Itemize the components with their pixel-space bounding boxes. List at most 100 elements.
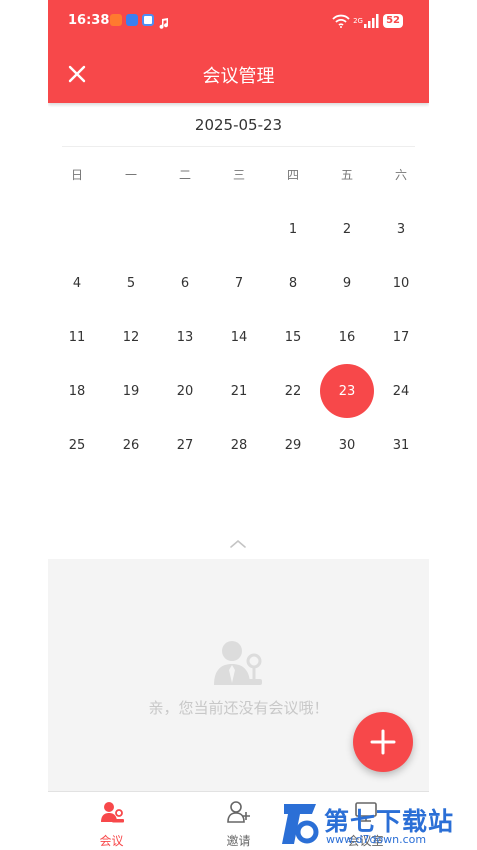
calendar-day[interactable]: 6 xyxy=(158,256,212,310)
status-bar: 16:38 2G 52 xyxy=(48,0,429,44)
calendar-day[interactable]: 13 xyxy=(158,310,212,364)
app-icon-white xyxy=(142,14,154,26)
calendar-day[interactable]: 16 xyxy=(320,310,374,364)
empty-day-cell xyxy=(104,202,158,256)
calendar-day-number: 15 xyxy=(284,329,302,345)
signal-icon xyxy=(364,14,379,28)
calendar-day-number: 30 xyxy=(338,437,356,453)
weekday-label: 四 xyxy=(286,168,299,182)
calendar-day-number: 31 xyxy=(392,437,410,453)
calendar-day-number: 3 xyxy=(396,221,406,237)
weekday-label: 一 xyxy=(124,168,137,182)
calendar-day-number: 5 xyxy=(126,275,136,291)
calendar-day[interactable]: 19 xyxy=(104,364,158,418)
calendar-day-number: 17 xyxy=(392,329,410,345)
weekday-label: 五 xyxy=(340,168,353,182)
calendar-day[interactable]: 18 xyxy=(50,364,104,418)
plus-icon xyxy=(370,729,396,755)
calendar-day[interactable]: 22 xyxy=(266,364,320,418)
calendar-day-number: 1 xyxy=(288,221,298,237)
battery-indicator: 52 xyxy=(383,14,403,28)
status-indicators: 2G 52 xyxy=(332,12,403,30)
calendar-day[interactable]: 30 xyxy=(320,418,374,472)
video-app-icon xyxy=(110,14,122,26)
app-screen: 16:38 2G 52 会议管理 2025-05-23 日 一 二 三 四 五 … xyxy=(48,0,429,850)
calendar-day-number: 10 xyxy=(392,275,410,291)
calendar-day[interactable]: 27 xyxy=(158,418,212,472)
divider xyxy=(62,146,415,147)
app-header: 16:38 2G 52 会议管理 xyxy=(48,0,429,103)
calendar-day[interactable]: 12 xyxy=(104,310,158,364)
calendar-day[interactable]: 7 xyxy=(212,256,266,310)
calendar-day[interactable]: 20 xyxy=(158,364,212,418)
calendar-day[interactable]: 17 xyxy=(374,310,428,364)
calendar-day[interactable]: 1 xyxy=(266,202,320,256)
weekday-label: 三 xyxy=(232,168,245,182)
calendar-day-number: 27 xyxy=(176,437,194,453)
calendar-day-number: 12 xyxy=(122,329,140,345)
weekday-label: 日 xyxy=(70,168,83,182)
calendar-day[interactable]: 31 xyxy=(374,418,428,472)
calendar-day-number: 14 xyxy=(230,329,248,345)
calendar-day-number: 7 xyxy=(234,275,244,291)
empty-day-cell xyxy=(212,202,266,256)
calendar-day-number: 22 xyxy=(284,383,302,399)
selected-date-label: 2025-05-23 xyxy=(194,116,283,134)
calendar-day-number: 20 xyxy=(176,383,194,399)
weekday-label: 六 xyxy=(394,168,407,182)
calendar-day[interactable]: 26 xyxy=(104,418,158,472)
calendar-day-number: 23 xyxy=(338,383,356,399)
calendar-day-number: 9 xyxy=(342,275,352,291)
calendar-day-number: 18 xyxy=(68,383,86,399)
weekday-label: 二 xyxy=(178,168,191,182)
invite-icon xyxy=(226,801,250,823)
calendar-day[interactable]: 8 xyxy=(266,256,320,310)
calendar-day[interactable]: 21 xyxy=(212,364,266,418)
calendar-grid: 1 2 3 4 5 6 7 8 9 10 11 12 13 14 15 16 17 18 19 20 21 22 23 24 2… xyxy=(50,202,428,472)
page-title: 会议管理 xyxy=(202,66,275,87)
calendar-day-number: 6 xyxy=(180,275,190,291)
calendar-day-number: 29 xyxy=(284,437,302,453)
weekday-header-row: 日一二三四五六 xyxy=(50,166,428,183)
calendar-day[interactable]: 11 xyxy=(50,310,104,364)
chevron-up-icon xyxy=(230,539,246,548)
calendar-day[interactable]: 24 xyxy=(374,364,428,418)
nav-label-meeting: 会议 xyxy=(99,834,124,848)
calendar-day[interactable]: 28 xyxy=(212,418,266,472)
calendar-day[interactable]: 14 xyxy=(212,310,266,364)
add-meeting-button[interactable] xyxy=(353,712,413,772)
wifi-icon xyxy=(332,14,350,28)
nav-item-meeting[interactable]: 会议 xyxy=(48,792,175,850)
calendar-day[interactable]: 3 xyxy=(374,202,428,256)
calendar-day-number: 2 xyxy=(342,221,352,237)
calendar-day[interactable]: 4 xyxy=(50,256,104,310)
calendar-day-number: 11 xyxy=(68,329,86,345)
calendar-day-number: 19 xyxy=(122,383,140,399)
watermark-logo-icon xyxy=(282,804,319,844)
calendar-day[interactable]: 29 xyxy=(266,418,320,472)
calendar-day-number: 8 xyxy=(288,275,298,291)
calendar-day-number: 24 xyxy=(392,383,410,399)
calendar-day-selected[interactable]: 23 xyxy=(320,364,374,418)
watermark-url: www.d7down.com xyxy=(326,833,427,846)
calendar-day[interactable]: 25 xyxy=(50,418,104,472)
calendar-day-number: 25 xyxy=(68,437,86,453)
calendar-day-number: 13 xyxy=(176,329,194,345)
calendar-day[interactable]: 9 xyxy=(320,256,374,310)
music-app-icon xyxy=(158,14,170,29)
calendar-day-number: 26 xyxy=(122,437,140,453)
calendar-day-number: 21 xyxy=(230,383,248,399)
calendar-day[interactable]: 2 xyxy=(320,202,374,256)
meeting-icon xyxy=(100,802,124,823)
calendar-day[interactable]: 15 xyxy=(266,310,320,364)
calendar-day-number: 28 xyxy=(230,437,248,453)
calendar-day[interactable]: 10 xyxy=(374,256,428,310)
calendar-day-number: 4 xyxy=(72,275,82,291)
empty-day-cell xyxy=(158,202,212,256)
network-type-label: 2G xyxy=(353,16,363,25)
calendar-day[interactable]: 5 xyxy=(104,256,158,310)
calendar-day-number: 16 xyxy=(338,329,356,345)
collapse-calendar-handle[interactable] xyxy=(228,536,248,550)
status-time: 16:38 xyxy=(68,13,110,28)
site-watermark: 第七下载站 www.d7down.com xyxy=(280,798,476,850)
